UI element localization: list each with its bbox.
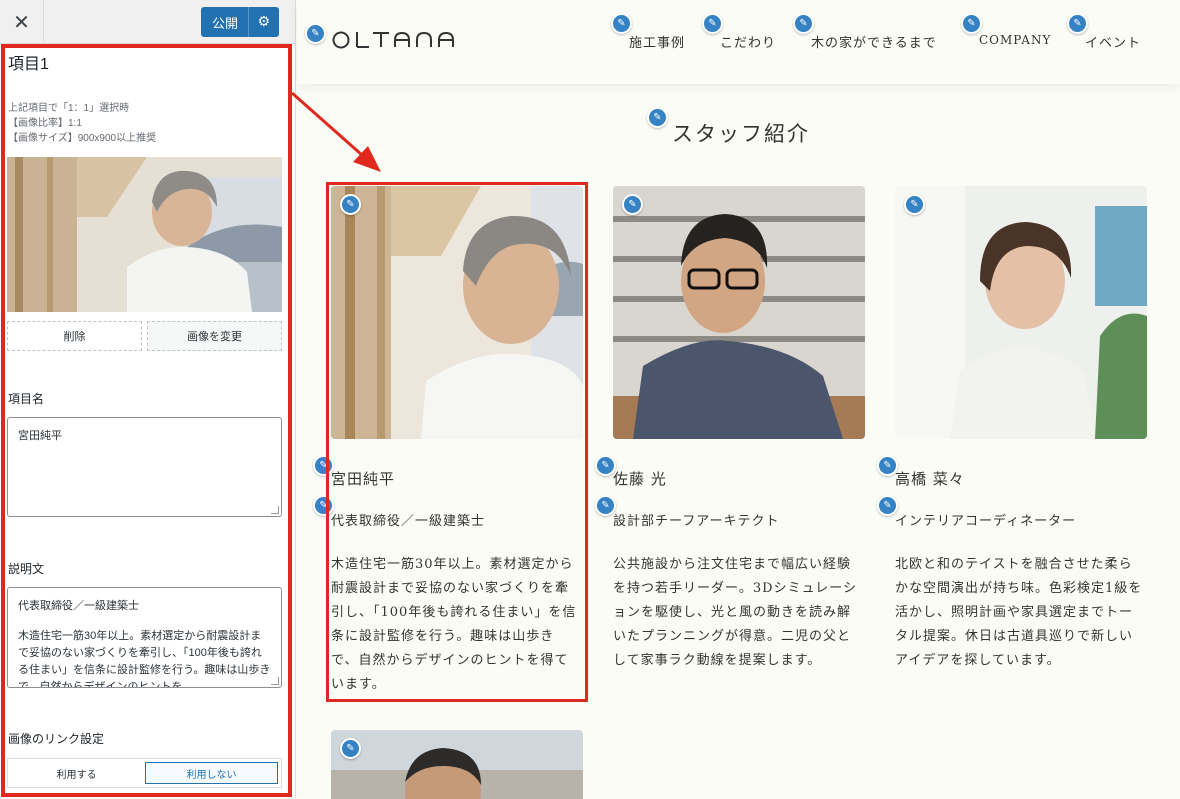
resize-handle[interactable] [271, 677, 279, 685]
item-title: 項目1 [8, 56, 49, 73]
resize-handle[interactable] [271, 506, 279, 514]
pencil-icon[interactable]: ✎ [702, 13, 723, 34]
customizer-panel: ✕ 公開 ⚙ 項目1 上記項目で「1：1」選択時 【画像比率】1:1 【画像サイ… [0, 0, 296, 799]
pencil-icon[interactable]: ✎ [305, 23, 326, 44]
pencil-icon[interactable]: ✎ [340, 738, 361, 759]
panel-header: ✕ 公開 ⚙ [0, 0, 295, 44]
site-preview: ✎ ✎ 施工事例 ✎ こだわり ✎ 木の家ができるまで ✎ COMPANY ✎ … [297, 0, 1180, 799]
link-setting-label: 画像のリンク設定 [8, 732, 105, 746]
link-setting-toggle: 利用する 利用しない [7, 758, 282, 788]
pencil-icon[interactable]: ✎ [622, 194, 643, 215]
publish-divider [248, 7, 249, 37]
pencil-icon[interactable]: ✎ [904, 194, 925, 215]
staff-description: 木造住宅一筋30年以上。素材選定から耐震設計まで妥協のない家づくりを牽引し、「1… [331, 557, 577, 692]
pencil-icon[interactable]: ✎ [611, 13, 632, 34]
change-image-button[interactable]: 画像を変更 [147, 321, 282, 351]
site-header: ✎ ✎ 施工事例 ✎ こだわり ✎ 木の家ができるまで ✎ COMPANY ✎ … [297, 0, 1180, 84]
site-logo[interactable] [331, 27, 471, 57]
pencil-icon[interactable]: ✎ [1067, 13, 1088, 34]
image-note-2: 【画像比率】1:1 [8, 118, 82, 129]
nav-item-works[interactable]: 施工事例 [629, 32, 685, 51]
nav-item-event[interactable]: イベント [1085, 32, 1141, 51]
staff-photo [331, 186, 583, 439]
image-note-1: 上記項目で「1：1」選択時 [8, 103, 130, 114]
staff-role: 代表取締役／一級建築士 [331, 514, 486, 529]
image-actions: 削除 画像を変更 [7, 321, 282, 351]
description-field[interactable]: 代表取締役／一級建築士 木造住宅一筋30年以上。素材選定から耐震設計まで妥協のな… [7, 587, 282, 688]
staff-description: 北欧と和のテイストを融合させた柔らかな空間演出が持ち味。色彩検定1級を活かし、照… [895, 557, 1143, 668]
publish-button[interactable]: 公開 ⚙ [201, 7, 279, 37]
close-button[interactable]: ✕ [0, 0, 44, 44]
staff-photo [613, 186, 865, 439]
staff-photo [331, 730, 583, 799]
remove-image-button[interactable]: 削除 [7, 321, 142, 351]
nav-item-commitment[interactable]: こだわり [720, 32, 776, 51]
description-field-label: 説明文 [8, 562, 45, 576]
name-field-label: 項目名 [8, 392, 45, 406]
pencil-icon[interactable]: ✎ [793, 13, 814, 34]
name-field[interactable]: 宮田純平 [7, 417, 282, 517]
description-line-2: 木造住宅一筋30年以上。素材選定から耐震設計まで妥協のない家づくりを牽引し、「1… [18, 630, 271, 688]
staff-role: インテリアコーディネーター [895, 514, 1077, 529]
name-field-value: 宮田純平 [18, 430, 62, 442]
section-title: スタッフ紹介 [672, 122, 810, 146]
staff-name: 佐藤 光 [613, 470, 667, 488]
staff-role: 設計部チーフアーキテクト [613, 514, 780, 529]
gear-icon[interactable]: ⚙ [257, 13, 270, 30]
image-note-3: 【画像サイズ】900x900以上推奨 [8, 133, 157, 144]
selected-image-thumbnail [7, 157, 282, 312]
pencil-icon[interactable]: ✎ [340, 194, 361, 215]
staff-name: 高橋 菜々 [895, 470, 965, 488]
pencil-icon[interactable]: ✎ [647, 107, 668, 128]
staff-photo [895, 186, 1147, 439]
nav-item-process[interactable]: 木の家ができるまで [811, 32, 937, 51]
link-use-option[interactable]: 利用する [11, 762, 142, 784]
description-line-1: 代表取締役／一級建築士 [18, 600, 139, 612]
publish-label: 公開 [212, 15, 239, 31]
close-icon: ✕ [13, 11, 30, 34]
pencil-icon[interactable]: ✎ [961, 13, 982, 34]
staff-name: 宮田純平 [331, 470, 396, 488]
staff-description: 公共施設から注文住宅まで幅広い経験を持つ若手リーダー。3Dシミュレーションを駆使… [613, 557, 858, 668]
panel-body: 項目1 上記項目で「1：1」選択時 【画像比率】1:1 【画像サイズ】900x9… [0, 44, 295, 799]
nav-item-company[interactable]: COMPANY [979, 33, 1051, 47]
link-not-use-option[interactable]: 利用しない [145, 762, 278, 784]
